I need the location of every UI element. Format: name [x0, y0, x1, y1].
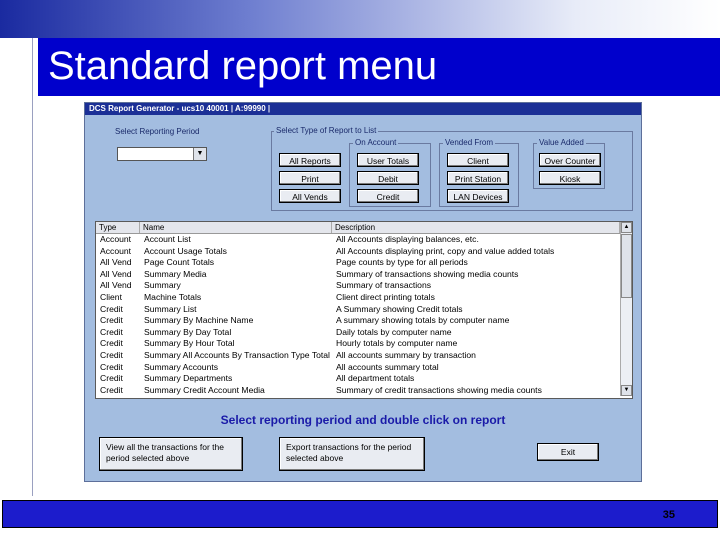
table-row[interactable]: All Vend Summary Media Summary of transact… [96, 269, 620, 281]
all-reports-button[interactable]: All Reports [279, 153, 341, 167]
print-button[interactable]: Print [279, 171, 341, 185]
debit-button[interactable]: Debit [357, 171, 419, 185]
table-row[interactable]: All Vend Summary Summary of transactions [96, 280, 620, 292]
period-select[interactable]: ▼ [117, 147, 207, 161]
table-row[interactable]: Credit Summary Credit Account Media Summar… [96, 385, 620, 397]
scroll-down-icon[interactable]: ▼ [621, 385, 632, 396]
cell-type: Account [100, 234, 132, 244]
cell-description: All Accounts displaying print, copy and … [336, 245, 555, 256]
cell-type: All Vend [100, 280, 132, 291]
cell-name: Account Usage Totals [144, 245, 227, 256]
table-row[interactable]: Account Account Usage Totals All Accounts … [96, 246, 620, 258]
cell-type: Credit [100, 349, 123, 360]
cell-type: Credit [100, 303, 123, 314]
cell-name: Summary Accounts [144, 361, 219, 372]
cell-name: Summary By Hour Total [144, 338, 235, 349]
slide-vertical-rule [32, 36, 33, 496]
user-totals-button[interactable]: User Totals [357, 153, 419, 167]
cell-type: Account [100, 245, 132, 256]
cell-type: All Vend [100, 268, 132, 279]
cell-type: Credit [100, 361, 123, 372]
cell-description: Summary of transactions [336, 280, 432, 291]
column-header-name[interactable]: Name [140, 222, 332, 233]
cell-name: Machine Totals [144, 291, 202, 302]
cell-type: All Vend [100, 257, 132, 268]
cell-name: Page Count Totals [144, 257, 215, 268]
export-transactions-button[interactable]: Export transactions for the period selec… [279, 437, 425, 471]
all-vends-button[interactable]: All Vends [279, 189, 341, 203]
scroll-thumb[interactable] [621, 234, 632, 298]
over-counter-button[interactable]: Over Counter [539, 153, 601, 167]
vended-from-label: Vended From [443, 138, 496, 148]
cell-type: Credit [100, 315, 123, 326]
table-row[interactable]: Credit Summary By Day Total Daily totals b… [96, 327, 620, 339]
cell-name: Summary By Day Total [144, 326, 232, 337]
table-row[interactable]: Client Machine Totals Client direct printi… [96, 292, 620, 304]
on-account-label: On Account [353, 138, 399, 148]
cell-description: All department totals [336, 373, 415, 384]
cell-description: Daily totals by computer name [336, 326, 452, 337]
view-transactions-button[interactable]: View all the transactions for the period… [99, 437, 243, 471]
cell-description: All accounts summary total [336, 361, 439, 372]
table-row[interactable]: Credit Summary By Hour Total Hourly totals… [96, 338, 620, 350]
table-row[interactable]: Account Account List All Accounts displayi… [96, 234, 620, 246]
cell-name: Account List [144, 234, 191, 244]
cell-type: Credit [100, 384, 123, 395]
print-station-button[interactable]: Print Station [447, 171, 509, 185]
cell-name: Summary All Accounts By Transaction Type… [144, 349, 330, 360]
cell-type: Credit [100, 326, 123, 337]
table-row[interactable]: Credit Summary Accounts All accounts summa… [96, 362, 620, 374]
cell-name: Summary Media [144, 268, 207, 279]
column-header-type[interactable]: Type [96, 222, 140, 233]
list-header: Type Name Description [96, 222, 620, 234]
scroll-up-icon[interactable]: ▲ [621, 222, 632, 233]
cell-type: Credit [100, 373, 123, 384]
client-button[interactable]: Client [447, 153, 509, 167]
credit-button[interactable]: Credit [357, 189, 419, 203]
cell-description: All accounts summary by transaction [336, 349, 476, 360]
cell-description: Hourly totals by computer name [336, 338, 458, 349]
table-row[interactable]: All Vend Page Count Totals Page counts by … [96, 257, 620, 269]
kiosk-button[interactable]: Kiosk [539, 171, 601, 185]
exit-button[interactable]: Exit [537, 443, 599, 461]
cell-description: Client direct printing totals [336, 291, 435, 302]
window-titlebar: DCS Report Generator - ucs10 40001 | A:9… [85, 103, 641, 115]
instruction-text: Select reporting period and double click… [220, 413, 506, 427]
list-scrollbar[interactable]: ▲ ▼ [620, 222, 632, 396]
slide-title: Standard report menu [48, 44, 438, 88]
chevron-down-icon[interactable]: ▼ [193, 148, 206, 160]
cell-type: Credit [100, 338, 123, 349]
table-row[interactable]: Credit Summary Departments All department … [96, 373, 620, 385]
cell-name: Summary Departments [144, 373, 233, 384]
report-generator-window: DCS Report Generator - ucs10 40001 | A:9… [84, 102, 642, 482]
cell-description: A summary showing totals by computer nam… [336, 315, 510, 326]
period-label: Select Reporting Period [115, 127, 200, 136]
table-row[interactable]: Credit Summary List A Summary showing Cred… [96, 304, 620, 316]
report-type-label: Select Type of Report to List [274, 126, 379, 136]
cell-name: Summary By Machine Name [144, 315, 254, 326]
footer-bar: 35 [2, 500, 718, 528]
column-header-description[interactable]: Description [332, 222, 620, 233]
page-number: 35 [662, 509, 675, 521]
cell-description: All Accounts displaying balances, etc. [336, 234, 479, 244]
list-rows: Account Account List All Accounts displayi… [96, 234, 620, 396]
table-row[interactable]: Credit Summary By Machine Name A summary s… [96, 315, 620, 327]
cell-name: Summary List [144, 303, 197, 314]
cell-name: Summary [144, 280, 181, 291]
lan-devices-button[interactable]: LAN Devices [447, 189, 509, 203]
cell-description: Summary of transactions showing media co… [336, 268, 519, 279]
cell-description: Page counts by type for all periods [336, 257, 468, 268]
cell-description: A Summary showing Credit totals [336, 303, 463, 314]
value-added-label: Value Added [537, 138, 586, 148]
cell-name: Summary Credit Account Media [144, 384, 265, 395]
cell-type: Client [100, 291, 122, 302]
cell-description: Summary of credit transactions showing m… [336, 384, 542, 395]
table-row[interactable]: Credit Summary All Accounts By Transactio… [96, 350, 620, 362]
report-list[interactable]: Type Name Description Account Account Lis… [95, 221, 633, 399]
